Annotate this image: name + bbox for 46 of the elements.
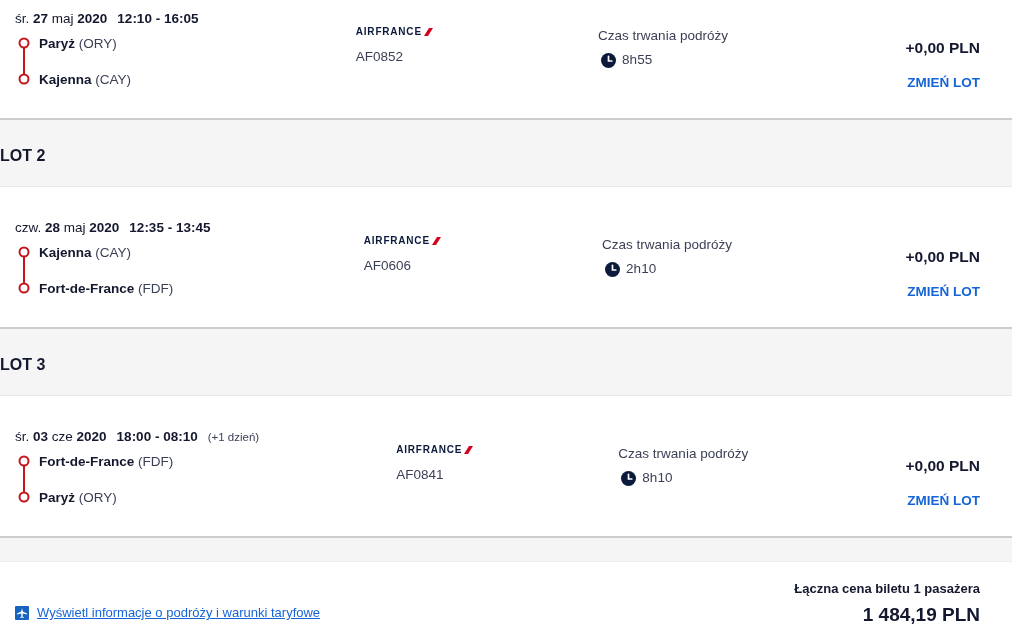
duration-label: Czas trwania podróży — [618, 445, 750, 463]
clock-icon — [605, 261, 621, 277]
total-price: 1 484,19 PLN — [862, 603, 980, 627]
route-line-icon — [18, 455, 30, 503]
flight-number: AF0606 — [363, 257, 413, 275]
flight-duration: 8h10 — [642, 469, 673, 487]
price-difference: +0,00 PLN — [905, 38, 980, 58]
origin-airport: Fort-de-France (FDF) — [39, 453, 174, 471]
total-price-label: Łączna cena biletu 1 pasażera — [794, 580, 980, 598]
flight-date: śr. 03 cze 2020 — [15, 428, 107, 446]
flight-times: 12:10 - 16:05 — [117, 10, 199, 28]
slash-mark-icon — [423, 28, 433, 36]
destination-airport: Kajenna (CAY) — [39, 71, 132, 89]
destination-airport: Fort-de-France (FDF) — [39, 280, 174, 298]
duration-label: Czas trwania podróży — [602, 236, 733, 254]
clock-icon — [621, 470, 637, 486]
duration-label: Czas trwania podróży — [598, 27, 729, 45]
plane-icon — [15, 606, 29, 620]
route-line-icon — [18, 37, 30, 85]
flight-times: 12:35 - 13:45 — [129, 219, 211, 237]
change-flight-link[interactable]: ZMIEŃ LOT — [907, 74, 980, 92]
clock-icon — [601, 52, 617, 68]
price-difference: +0,00 PLN — [905, 456, 980, 476]
flight-date: śr. 27 maj 2020 — [15, 10, 108, 28]
flight-date: czw. 28 maj 2020 — [15, 219, 120, 237]
slash-mark-icon — [464, 446, 474, 454]
change-flight-link[interactable]: ZMIEŃ LOT — [907, 283, 980, 301]
slash-mark-icon — [431, 237, 441, 245]
airline-logo-text: AIRFRANCE — [396, 444, 463, 456]
change-flight-link[interactable]: ZMIEŃ LOT — [907, 492, 980, 510]
route-line-icon — [18, 246, 30, 294]
flight-section-heading: LOT 3 — [0, 354, 46, 374]
airline-logo-text: AIRFRANCE — [355, 26, 422, 38]
flight-duration: 8h55 — [622, 51, 653, 69]
origin-airport: Paryż (ORY) — [39, 35, 118, 53]
flight-number: AF0841 — [396, 466, 445, 484]
day-offset-note: (+1 dzień) — [207, 430, 260, 445]
flight-section-heading: LOT 2 — [0, 145, 46, 165]
fare-info-link[interactable]: Wyświetl informacje o podróży i warunki taryfowe — [37, 604, 321, 622]
price-difference: +0,00 PLN — [905, 247, 980, 267]
airline-logo-text: AIRFRANCE — [363, 235, 430, 247]
flight-number: AF0852 — [355, 48, 405, 66]
destination-airport: Paryż (ORY) — [39, 489, 118, 507]
flight-duration: 2h10 — [626, 260, 657, 278]
origin-airport: Kajenna (CAY) — [39, 244, 133, 262]
flight-times: 18:00 - 08:10 — [116, 428, 198, 446]
